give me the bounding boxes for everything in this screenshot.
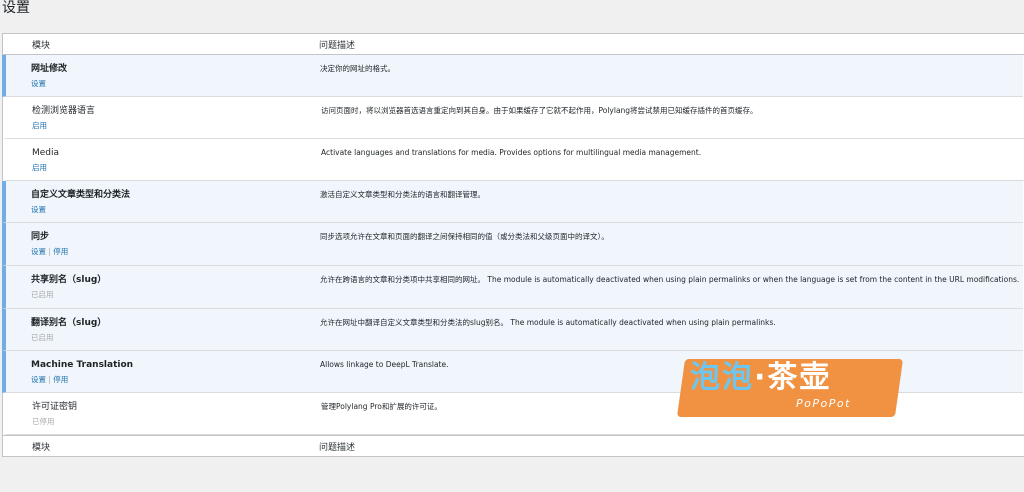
module-actions: 启用	[32, 163, 47, 172]
module-status-text: 已停用	[32, 417, 55, 426]
table-header-row: 模块 问题描述	[3, 34, 1024, 55]
module-actions: 设置 | 停用	[31, 247, 68, 256]
module-action-link[interactable]: 设置	[31, 375, 46, 384]
module-actions: 设置	[31, 79, 46, 88]
module-name: Media	[32, 148, 60, 158]
module-action-link[interactable]: 停用	[53, 375, 68, 384]
module-name: 共享别名（slug）	[31, 275, 107, 285]
module-actions: 设置 | 停用	[31, 375, 68, 384]
module-row: 网址修改设置 决定你的网址的格式。	[2, 55, 1023, 97]
module-description: Allows linkage to DeepL Translate.	[320, 360, 449, 369]
page-title: 设置	[2, 0, 30, 16]
module-action-link[interactable]: 停用	[53, 247, 68, 256]
table-footer-row: 模块 问题描述	[3, 435, 1024, 457]
module-description: 访问页面时，将以浏览器首选语言重定向到其自身。由于如果缓存了它就不起作用，Pol…	[321, 106, 758, 115]
module-row: 同步设置 | 停用 同步选项允许在文章和页面的翻译之间保持相同的值（或分类法和父级…	[2, 223, 1023, 266]
module-actions: 已启用	[31, 333, 54, 342]
module-name: 网址修改	[31, 64, 68, 74]
settings-page: 设置 模块 问题描述 网址修改 设置 决定你的网址的格式。 检测浏览器语言 启用 访问页面…	[0, 0, 1024, 492]
module-actions: 已停用	[32, 417, 55, 426]
module-row: 检测浏览器语言 启用 访问页面时，将以浏览器首选语言重定向到其自身。由于如果缓存了它…	[3, 97, 1024, 139]
module-name: Machine Translation	[31, 360, 134, 370]
module-description: 激活自定义文章类型和分类法的语言和翻译管理。	[320, 190, 485, 199]
module-status-text: 已启用	[31, 333, 54, 342]
watermark-subtext: PoPoPot	[796, 397, 851, 410]
module-row: Media 启用 Activate languages and translatio…	[3, 139, 1024, 181]
module-action-link[interactable]: 设置	[31, 247, 46, 256]
watermark-logo-text: 泡泡·茶壶	[690, 360, 832, 395]
module-status-text: 已启用	[31, 290, 54, 299]
module-row: 共享别名（slug） 已启用 允许在跨语言的文章和分类项中共享相同的网址。 The …	[2, 266, 1023, 309]
module-description: 管理Polylang Pro和扩展的许可证。	[321, 402, 442, 411]
module-action-link[interactable]: 设置	[31, 205, 46, 214]
module-name: 许可证密钥	[32, 402, 78, 412]
module-description: 同步选项允许在文章和页面的翻译之间保持相同的值（或分类法和父级页面中的译文）。	[320, 232, 609, 241]
module-actions: 已启用	[31, 290, 54, 299]
module-name: 检测浏览器语言	[32, 106, 96, 116]
module-action-link[interactable]: 启用	[32, 121, 47, 130]
module-name: 自定义文章类型和分类法	[31, 190, 131, 200]
module-action-link[interactable]: 设置	[31, 79, 46, 88]
module-action-link[interactable]: 启用	[32, 163, 47, 172]
module-actions: 启用	[32, 121, 47, 130]
column-footer-module[interactable]: 模块	[32, 440, 50, 453]
module-description: 允许在跨语言的文章和分类项中共享相同的网址。 The module is aut…	[320, 275, 1020, 284]
column-footer-description[interactable]: 问题描述	[319, 440, 355, 453]
module-actions: 设置	[31, 205, 46, 214]
module-row: 翻译别名（slug） 已启用 允许在网址中翻译自定义文章类型和分类法的slug别名。…	[2, 309, 1023, 351]
module-name: 同步	[31, 232, 50, 242]
module-name: 翻译别名（slug）	[31, 318, 107, 328]
column-header-description[interactable]: 问题描述	[319, 38, 355, 51]
module-description: 决定你的网址的格式。	[320, 64, 395, 73]
column-header-module[interactable]: 模块	[32, 38, 50, 51]
module-row: 自定义文章类型和分类法 设置 激活自定义文章类型和分类法的语言和翻译管理。	[2, 181, 1023, 223]
module-description: 允许在网址中翻译自定义文章类型和分类法的slug别名。 The module i…	[320, 318, 776, 327]
module-description: Activate languages and translations for …	[321, 148, 702, 157]
